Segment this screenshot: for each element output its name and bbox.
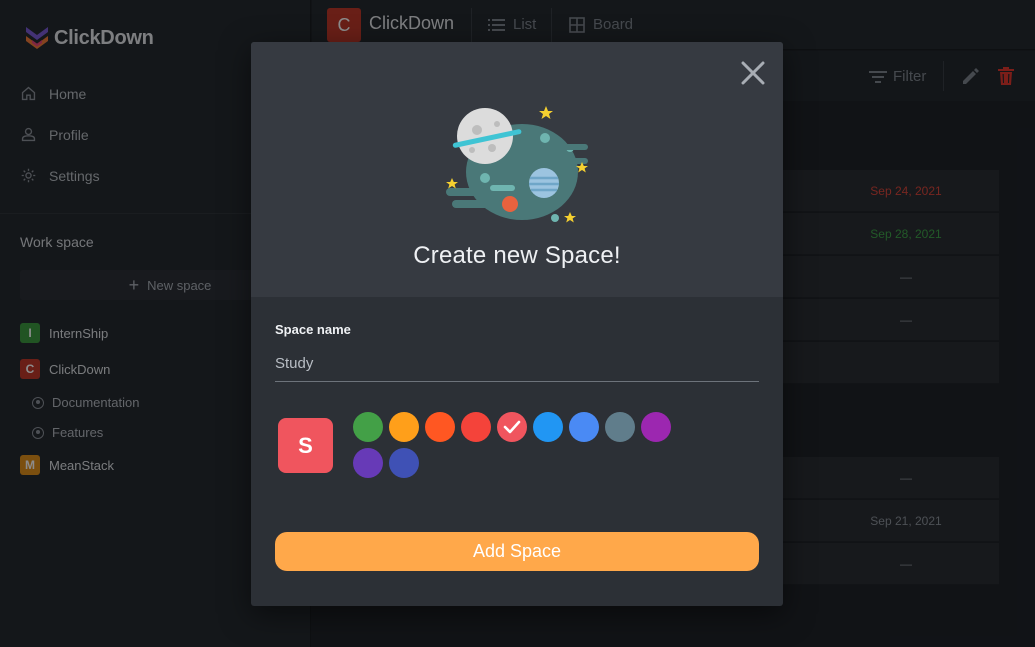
space-name-input[interactable] xyxy=(275,346,759,382)
check-icon xyxy=(503,420,521,434)
color-swatch[interactable] xyxy=(533,412,563,442)
add-space-button[interactable]: Add Space xyxy=(275,532,759,571)
color-swatch[interactable] xyxy=(425,412,455,442)
color-swatch[interactable] xyxy=(353,448,383,478)
color-swatch[interactable] xyxy=(569,412,599,442)
color-swatch[interactable] xyxy=(389,412,419,442)
color-swatch[interactable] xyxy=(389,448,419,478)
planet-illustration-icon xyxy=(446,106,588,223)
space-avatar-preview: S xyxy=(278,418,333,473)
modal-title: Create new Space! xyxy=(413,242,621,269)
create-space-modal: Create new Space! Space name S Add Space xyxy=(251,42,783,606)
color-swatch[interactable] xyxy=(353,412,383,442)
space-name-label: Space name xyxy=(275,322,351,337)
color-swatch[interactable] xyxy=(605,412,635,442)
close-icon[interactable] xyxy=(739,59,767,87)
color-swatch[interactable] xyxy=(497,412,527,442)
modal-header: Create new Space! xyxy=(251,42,783,297)
color-swatch[interactable] xyxy=(641,412,671,442)
color-picker xyxy=(353,412,683,478)
color-swatch[interactable] xyxy=(461,412,491,442)
